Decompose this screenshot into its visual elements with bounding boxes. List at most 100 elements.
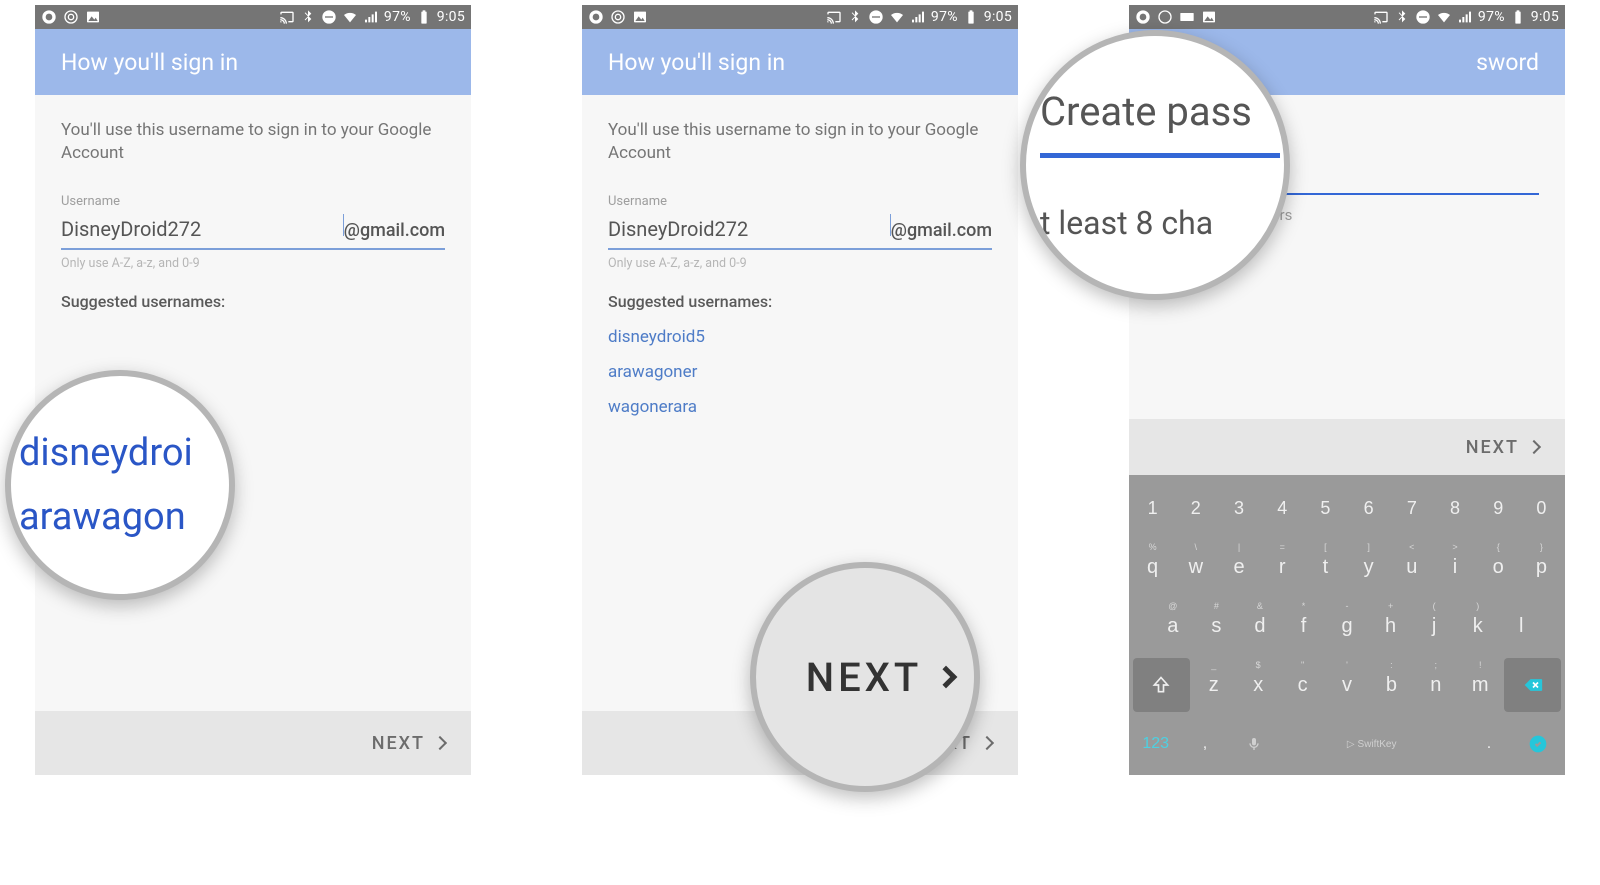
suggested-username[interactable]: disneydroid5: [608, 326, 992, 349]
keyboard-row-1: %q \w |e =r [t ]y <u >i {o }p: [1133, 540, 1561, 594]
keyboard-row-3: _z $x "c 'v :b ;n !m: [1133, 658, 1561, 712]
suggested-usernames-list: disneydroid5 arawagoner wagonerara: [608, 326, 992, 419]
suggested-username[interactable]: wagonerara: [608, 396, 992, 419]
key-j[interactable]: (j: [1414, 599, 1454, 653]
key-b[interactable]: :b: [1371, 658, 1411, 712]
email-suffix: @gmail.com: [891, 219, 992, 243]
key-2[interactable]: 2: [1176, 481, 1215, 535]
chevron-right-icon: [1527, 440, 1541, 454]
key-8[interactable]: 8: [1435, 481, 1474, 535]
key-z[interactable]: _z: [1194, 658, 1234, 712]
key-6[interactable]: 6: [1349, 481, 1388, 535]
key-k[interactable]: )k: [1458, 599, 1498, 653]
cast-icon: [279, 9, 295, 25]
magnified-underline: [1040, 153, 1280, 158]
key-q[interactable]: %q: [1133, 540, 1172, 594]
app-header: How you'll sign in: [35, 29, 471, 95]
key-0[interactable]: 0: [1522, 481, 1561, 535]
bluetooth-icon: [1394, 9, 1410, 25]
on-screen-keyboard: 1 2 3 4 5 6 7 8 9 0 %q \w |e =r [t ]y <u…: [1129, 475, 1565, 775]
key-s[interactable]: #s: [1197, 599, 1237, 653]
key-o[interactable]: {o: [1479, 540, 1518, 594]
key-3[interactable]: 3: [1219, 481, 1258, 535]
username-input[interactable]: DisneyDroid272: [608, 216, 889, 243]
magnified-helper: t least 8 cha: [1040, 204, 1284, 242]
key-period[interactable]: .: [1466, 717, 1511, 771]
key-n[interactable]: ;n: [1416, 658, 1456, 712]
key-v[interactable]: 'v: [1327, 658, 1367, 712]
suggested-username[interactable]: arawagoner: [608, 361, 992, 384]
keyboard-number-row: 1 2 3 4 5 6 7 8 9 0: [1133, 481, 1561, 535]
battery-percent: 97%: [384, 9, 411, 25]
key-u[interactable]: <u: [1392, 540, 1431, 594]
key-4[interactable]: 4: [1263, 481, 1302, 535]
image-icon: [632, 9, 648, 25]
username-field[interactable]: DisneyDroid272 @gmail.com: [608, 214, 992, 249]
key-d[interactable]: &d: [1240, 599, 1280, 653]
key-t[interactable]: [t: [1306, 540, 1345, 594]
suggested-usernames-title: Suggested usernames:: [608, 291, 992, 313]
key-y[interactable]: ]y: [1349, 540, 1388, 594]
next-label: NEXT: [372, 733, 425, 754]
cast-icon: [826, 9, 842, 25]
magnifier-suggestions: disneydroi arawagon: [5, 370, 235, 600]
email-suffix: @gmail.com: [344, 219, 445, 243]
app-header: How you'll sign in: [582, 29, 1018, 95]
page-title: How you'll sign in: [608, 49, 785, 76]
username-label: Username: [61, 193, 445, 211]
suggested-usernames-title: Suggested usernames:: [61, 291, 445, 313]
key-x[interactable]: $x: [1238, 658, 1278, 712]
clock: 9:05: [984, 9, 1012, 25]
key-r[interactable]: =r: [1263, 540, 1302, 594]
chevron-right-icon: [433, 736, 447, 750]
key-c[interactable]: "c: [1282, 658, 1322, 712]
key-symbols[interactable]: 123: [1133, 717, 1178, 771]
username-field[interactable]: DisneyDroid272 @gmail.com: [61, 214, 445, 249]
key-backspace[interactable]: [1504, 658, 1561, 712]
key-spacebar[interactable]: ▷ SwiftKey: [1281, 717, 1462, 771]
username-input[interactable]: DisneyDroid272: [61, 216, 342, 243]
signal-icon: [910, 9, 926, 25]
keyboard-icon: [1179, 9, 1195, 25]
key-5[interactable]: 5: [1306, 481, 1345, 535]
key-shift[interactable]: [1133, 658, 1190, 712]
key-comma[interactable]: ,: [1182, 717, 1227, 771]
signal-icon: [363, 9, 379, 25]
bottom-bar: NEXT: [1129, 419, 1565, 475]
image-icon: [1201, 9, 1217, 25]
key-a[interactable]: @a: [1153, 599, 1193, 653]
magnified-next-label: NEXT: [806, 654, 923, 701]
music-icon: [588, 9, 604, 25]
magnified-suggestion: disneydroi: [11, 434, 229, 472]
magnifier-password: Create pass t least 8 cha: [1020, 30, 1290, 300]
key-g[interactable]: -g: [1327, 599, 1367, 653]
key-w[interactable]: \w: [1176, 540, 1215, 594]
battery-percent: 97%: [931, 9, 958, 25]
dnd-icon: [1415, 9, 1431, 25]
page-title: How you'll sign in: [61, 49, 238, 76]
key-e[interactable]: |e: [1219, 540, 1258, 594]
key-7[interactable]: 7: [1392, 481, 1431, 535]
key-enter[interactable]: [1516, 717, 1561, 771]
status-bar: 97% 9:05: [582, 5, 1018, 29]
key-p[interactable]: }p: [1522, 540, 1561, 594]
key-h[interactable]: +h: [1371, 599, 1411, 653]
key-l[interactable]: l: [1502, 599, 1542, 653]
next-button[interactable]: NEXT: [372, 733, 445, 754]
page-title: sword: [1476, 49, 1539, 76]
key-9[interactable]: 9: [1479, 481, 1518, 535]
key-f[interactable]: *f: [1284, 599, 1324, 653]
helper-text: Only use A-Z, a-z, and 0-9: [608, 256, 992, 273]
key-i[interactable]: >i: [1435, 540, 1474, 594]
circle-icon: [63, 9, 79, 25]
magnifier-next: NEXT: [750, 562, 980, 792]
next-button[interactable]: NEXT: [1466, 437, 1539, 458]
key-m[interactable]: !m: [1460, 658, 1500, 712]
image-icon: [85, 9, 101, 25]
key-mic[interactable]: [1232, 717, 1277, 771]
cast-icon: [1373, 9, 1389, 25]
circle-outline-icon: [1157, 9, 1173, 25]
key-1[interactable]: 1: [1133, 481, 1172, 535]
keyboard-row-2: @a #s &d *f -g +h (j )k l: [1133, 599, 1561, 653]
bluetooth-icon: [847, 9, 863, 25]
